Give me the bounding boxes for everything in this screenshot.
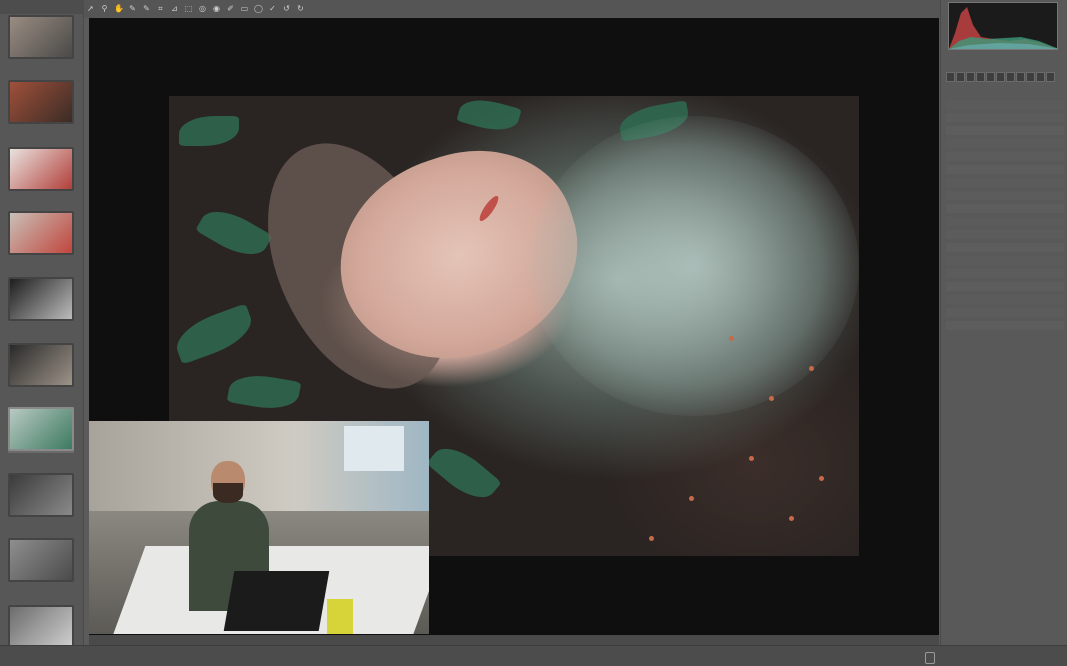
crop-icon[interactable]: ⌗ <box>156 4 165 13</box>
radial-filter-icon[interactable]: ◯ <box>254 4 263 13</box>
floral-dot <box>729 336 734 341</box>
office-window <box>344 426 404 471</box>
straighten-icon[interactable]: ⊿ <box>170 4 179 13</box>
floral-dot <box>769 396 774 401</box>
floral-dot <box>789 516 794 521</box>
filmstrip-thumbnail[interactable] <box>8 605 74 649</box>
floral-dot <box>749 456 754 461</box>
transform-icon[interactable]: ⬚ <box>184 4 193 13</box>
viewer-status-bar <box>89 635 939 645</box>
foliage-leaf <box>426 437 502 509</box>
panel-tab-icon[interactable] <box>986 72 995 82</box>
filmstrip-thumbnail[interactable] <box>8 147 74 191</box>
panel-tab-icon[interactable] <box>1046 72 1055 82</box>
adjustment-row[interactable] <box>946 295 1064 304</box>
color-sampler-icon[interactable]: ✎ <box>142 4 151 13</box>
preferences-icon[interactable]: ✓ <box>268 4 277 13</box>
yellow-object <box>327 599 353 634</box>
floral-dot <box>649 536 654 541</box>
filmstrip-thumbnail[interactable] <box>8 277 74 321</box>
thumbnail-image <box>8 147 74 191</box>
panel-tab-icon[interactable] <box>956 72 965 82</box>
panel-tab-icon[interactable] <box>946 72 955 82</box>
foliage-leaf <box>456 96 522 137</box>
thumbnail-image <box>8 15 74 59</box>
adjustment-row[interactable] <box>946 139 1064 148</box>
filmstrip-thumbnail[interactable] <box>8 211 74 255</box>
adjustment-row[interactable] <box>946 204 1064 213</box>
eyedropper-icon[interactable]: ✎ <box>128 4 137 13</box>
panel-tab-icon[interactable] <box>1026 72 1035 82</box>
pointer-icon[interactable]: ➚ <box>86 4 95 13</box>
presenter-beard <box>213 483 243 503</box>
panel-tab-icon[interactable] <box>976 72 985 82</box>
laptop <box>223 571 330 631</box>
workflow-options-link[interactable] <box>460 652 468 662</box>
thumbnail-image <box>8 538 74 582</box>
adjustment-row[interactable] <box>946 126 1064 135</box>
bottom-bar <box>0 645 1067 666</box>
adjustment-panel <box>946 100 1064 430</box>
hand-icon[interactable]: ✋ <box>114 4 124 13</box>
right-panel-tabs <box>946 72 1064 83</box>
adjustment-row[interactable] <box>946 243 1064 252</box>
panel-tab-icon[interactable] <box>1016 72 1025 82</box>
thumbnail-image <box>8 277 74 321</box>
adjustment-row[interactable] <box>946 308 1064 317</box>
save-image-button[interactable] <box>925 652 935 664</box>
foliage-leaf <box>195 200 273 266</box>
adjustment-row[interactable] <box>946 113 1064 122</box>
histogram <box>948 2 1059 50</box>
panel-tab-icon[interactable] <box>1006 72 1015 82</box>
filmstrip-thumbnail[interactable] <box>8 80 74 124</box>
spot-removal-icon[interactable]: ◎ <box>198 4 207 13</box>
adjustment-row[interactable] <box>946 269 1064 278</box>
zoom-icon[interactable]: ⚲ <box>100 4 109 13</box>
save-options-button[interactable] <box>10 652 18 662</box>
filmstrip-thumbnail[interactable] <box>8 538 74 582</box>
adjustment-row[interactable] <box>946 321 1064 330</box>
thumbnail-image <box>8 80 74 124</box>
adjustment-row[interactable] <box>946 165 1064 174</box>
graduated-filter-icon[interactable]: ▭ <box>240 4 249 13</box>
filmstrip-header[interactable] <box>0 0 84 14</box>
adjustment-row[interactable] <box>946 152 1064 161</box>
panel-tab-icon[interactable] <box>1036 72 1045 82</box>
panel-tab-icon[interactable] <box>966 72 975 82</box>
thumbnail-image <box>8 473 74 517</box>
floral-dot <box>689 496 694 501</box>
filmstrip-thumbnail[interactable] <box>8 343 74 387</box>
adjustment-row[interactable] <box>946 178 1064 187</box>
adjustment-row[interactable] <box>946 191 1064 200</box>
open-image-button[interactable] <box>998 652 1006 662</box>
adjustment-row[interactable] <box>946 282 1064 291</box>
floral-dot <box>809 366 814 371</box>
adjustment-row[interactable] <box>946 256 1064 265</box>
filmstrip-thumbnail[interactable] <box>8 473 74 517</box>
filmstrip-thumbnail[interactable] <box>8 407 74 453</box>
done-button[interactable] <box>1038 652 1046 662</box>
adjustment-row[interactable] <box>946 217 1064 226</box>
floral-dot <box>819 476 824 481</box>
adjustment-row[interactable] <box>946 230 1064 239</box>
thumbnail-image <box>8 407 74 451</box>
thumbnail-image <box>8 211 74 255</box>
filmstrip-thumbnail[interactable] <box>8 15 74 59</box>
foliage-leaf <box>170 303 258 365</box>
histogram-graph <box>949 7 1059 49</box>
rotate-left-icon[interactable]: ↺ <box>282 4 291 13</box>
foliage-leaf <box>226 370 302 414</box>
foliage-leaf <box>179 116 239 146</box>
smoke-region <box>529 116 859 416</box>
webcam-overlay <box>89 421 429 634</box>
thumbnail-image <box>8 605 74 649</box>
toolbar: ➚ ⚲ ✋ ✎ ✎ ⌗ ⊿ ⬚ ◎ ◉ ✐ ▭ ◯ ✓ ↺ ↻ <box>84 0 940 18</box>
adjustment-row[interactable] <box>946 100 1064 109</box>
panel-tab-icon[interactable] <box>996 72 1005 82</box>
thumbnail-image <box>8 343 74 387</box>
red-eye-icon[interactable]: ◉ <box>212 4 221 13</box>
adjustment-brush-icon[interactable]: ✐ <box>226 4 235 13</box>
panel-section-title <box>946 86 1064 94</box>
rotate-right-icon[interactable]: ↻ <box>296 4 305 13</box>
